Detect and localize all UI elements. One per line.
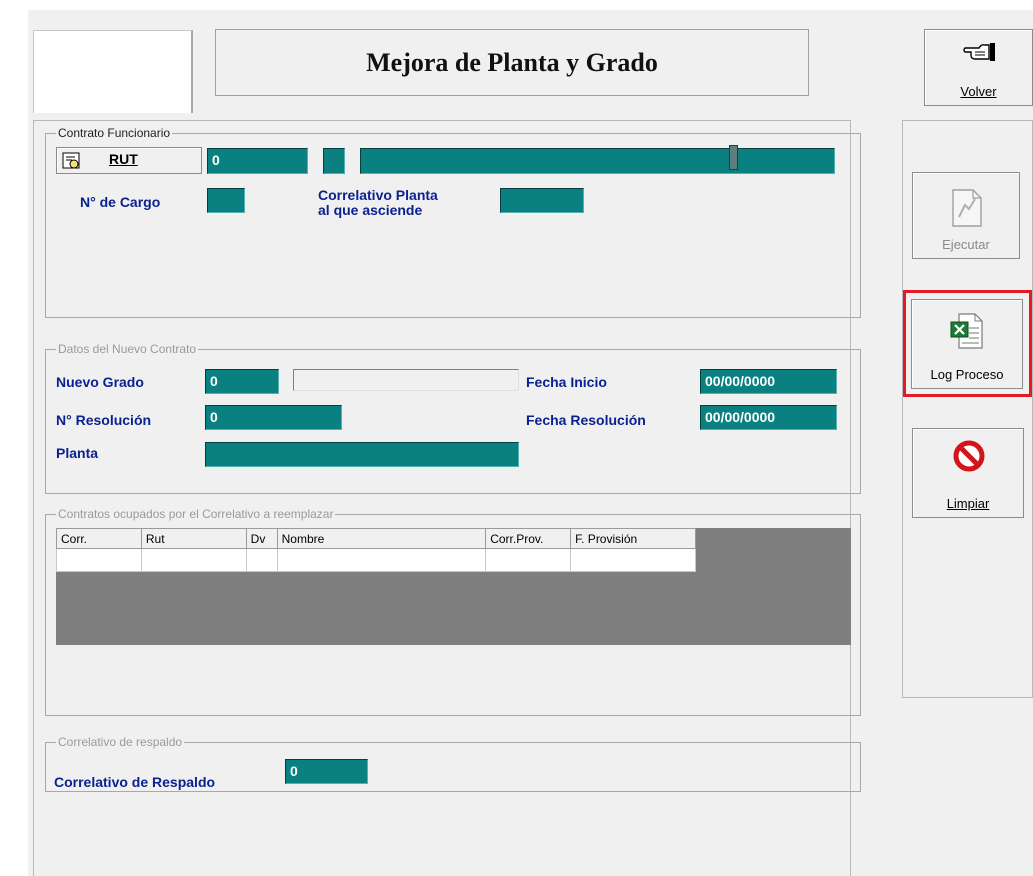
correlativo-respaldo-label: Correlativo de Respaldo [54, 774, 216, 790]
rut-button[interactable]: RUT [56, 147, 202, 174]
rut-dv-field[interactable] [323, 148, 345, 174]
volver-button[interactable]: Volver [924, 29, 1033, 106]
n-cargo-label: N° de Cargo [80, 194, 161, 210]
nuevo-contrato-legend: Datos del Nuevo Contrato [56, 342, 199, 356]
n-resolucion-field[interactable]: 0 [205, 405, 342, 430]
correlativo-respaldo-field[interactable]: 0 [285, 759, 368, 784]
fecha-inicio-label: Fecha Inicio [526, 374, 607, 390]
rut-button-label: RUT [109, 151, 138, 167]
ejecutar-label: Ejecutar [942, 237, 990, 252]
table-cell[interactable] [245, 548, 278, 572]
logo-placeholder [33, 30, 193, 113]
table-row[interactable] [56, 548, 696, 572]
fecha-resolucion-field[interactable]: 00/00/0000 [700, 405, 837, 430]
no-sign-icon [953, 440, 985, 472]
contratos-ocupados-legend: Contratos ocupados por el Correlativo a … [56, 507, 336, 521]
pointing-hand-icon [963, 43, 995, 61]
table-cell[interactable] [570, 548, 696, 572]
contratos-grid[interactable]: Corr. Rut Dv Nombre Corr.Prov. F. Provis… [56, 528, 851, 645]
rut-field[interactable]: 0 [207, 148, 308, 174]
table-cell[interactable] [485, 548, 572, 572]
correlativo-label-line2: al que asciende [318, 202, 423, 218]
correlativo-respaldo-legend: Correlativo de respaldo [56, 735, 185, 749]
contrato-funcionario-legend: Contrato Funcionario [56, 126, 173, 140]
limpiar-label: Limpiar [946, 496, 990, 511]
table-cell[interactable] [276, 548, 487, 572]
fecha-inicio-field[interactable]: 00/00/0000 [700, 369, 837, 394]
ejecutar-button[interactable]: Ejecutar [912, 172, 1020, 259]
search-card-icon [62, 152, 80, 169]
nuevo-grado-field[interactable]: 0 [205, 369, 279, 394]
col-nombre[interactable]: Nombre [276, 528, 487, 549]
title-panel: Mejora de Planta y Grado [215, 29, 809, 96]
planta-label: Planta [56, 445, 99, 461]
nuevo-grado-label: Nuevo Grado [56, 374, 144, 390]
table-header-row: Corr. Rut Dv Nombre Corr.Prov. F. Provis… [56, 528, 696, 549]
col-corr-prov[interactable]: Corr.Prov. [485, 528, 572, 549]
n-resolucion-label: N° Resolución [56, 412, 152, 428]
n-cargo-field[interactable] [207, 188, 245, 213]
table-cell[interactable] [56, 548, 142, 572]
log-proceso-highlight [903, 290, 1032, 397]
col-corr[interactable]: Corr. [56, 528, 142, 549]
col-rut[interactable]: Rut [140, 528, 247, 549]
table-cell[interactable] [140, 548, 247, 572]
limpiar-button[interactable]: Limpiar [912, 428, 1024, 518]
fecha-resolucion-label: Fecha Resolución [526, 412, 646, 428]
nombre-field[interactable] [360, 148, 835, 174]
page-title: Mejora de Planta y Grado [366, 47, 658, 77]
contratos-table: Corr. Rut Dv Nombre Corr.Prov. F. Provis… [56, 528, 696, 572]
volver-label: Volver [960, 84, 997, 99]
grado-description-field [293, 369, 519, 391]
col-dv[interactable]: Dv [245, 528, 278, 549]
nombre-cursor-marker [729, 145, 738, 170]
correlativo-label-line1: Correlativo Planta [318, 187, 438, 203]
col-f-provision[interactable]: F. Provisión [570, 528, 696, 549]
correlativo-field[interactable] [500, 188, 584, 213]
planta-field[interactable] [205, 442, 519, 467]
document-edit-icon [952, 189, 982, 227]
